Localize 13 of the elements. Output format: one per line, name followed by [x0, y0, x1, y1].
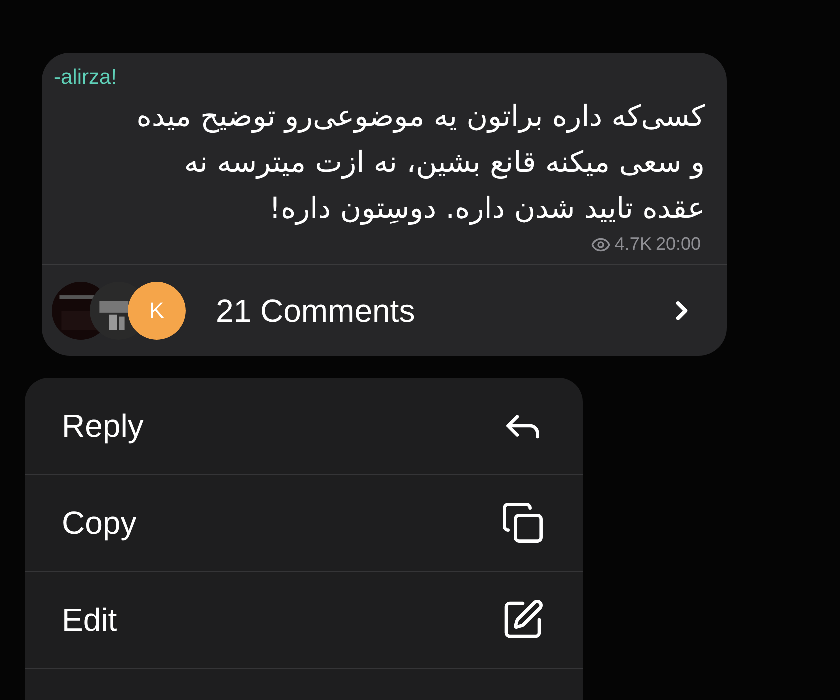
avatar: K: [128, 282, 186, 340]
menu-item[interactable]: Edit: [25, 572, 583, 669]
menu-item[interactable]: Copy: [25, 475, 583, 572]
comments-row[interactable]: K 21 Comments: [42, 264, 727, 356]
view-count: 4.7K: [614, 233, 652, 256]
message-text: کسی‌که داره براتون یه موضوعی‌رو توضیح میده: [136, 98, 705, 136]
menu-item[interactable]: Reply: [25, 378, 583, 475]
copy-icon: [501, 501, 545, 545]
comments-label: 21 Comments: [216, 292, 416, 330]
author-name: -alirza!: [54, 65, 118, 91]
message-time: 20:00: [656, 233, 701, 256]
message-text: و سعی میکنه قانع بشین، نه ازت میترسه نه: [184, 144, 705, 182]
message-text: عقده تایید شدن داره. دوسِتون داره!: [269, 190, 705, 228]
